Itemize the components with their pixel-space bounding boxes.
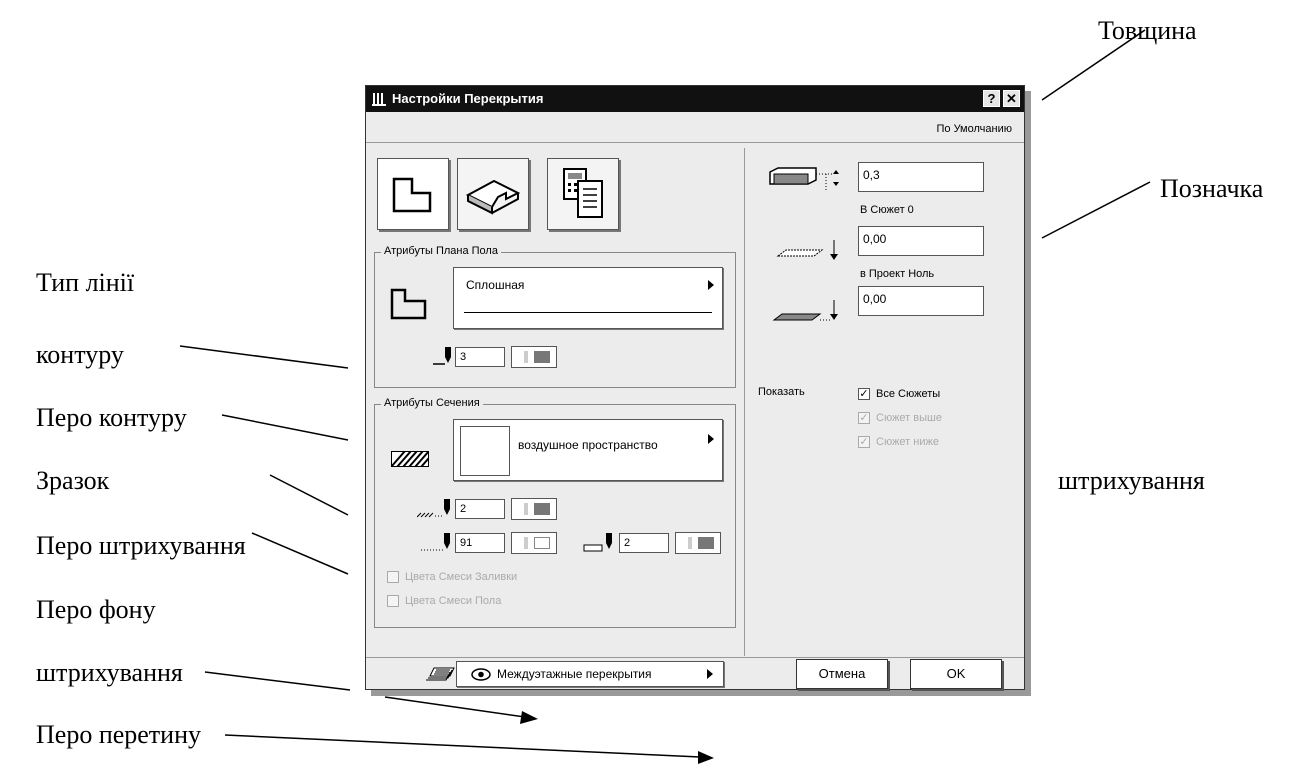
line-type-label: Сплошная [466,278,525,292]
project-zero-label: в Проект Ноль [860,268,935,280]
bg-pen-field[interactable]: 91 [455,533,505,553]
mix-fill-colors-checkbox[interactable] [387,571,399,583]
thickness-field[interactable]: 0,3 [858,162,984,192]
annotation-marker: Позначка [1160,174,1264,203]
contour-pen-color-button[interactable] [511,346,557,368]
cut-pen-icon [583,533,612,552]
cut-pen-color-button[interactable] [675,532,721,554]
annotation-contour-pen: Перо контуру [36,403,187,432]
mix-fill-colors-label: Цвета Смеси Заливки [405,571,518,583]
story-offset-label: В Сюжет 0 [860,204,914,216]
menu-arrow-icon [708,434,714,444]
cancel-button[interactable]: Отмена [796,659,888,689]
hatch-pen-field[interactable]: 2 [455,499,505,519]
title-bar[interactable]: Настройки Перекрытия ? ✕ [366,86,1024,112]
dialog-title: Настройки Перекрытия [392,91,544,106]
fill-type-menu[interactable]: воздушное пространство [453,419,723,481]
bg-pen-icon [421,533,450,551]
floor-plan-attributes-group: Атрибуты Плана Пола Сплошная 3 [374,245,736,388]
annotation-sample: Зразок [36,466,110,495]
contour-pen-field[interactable]: 3 [455,347,505,367]
project-zero-field[interactable]: 0,00 [858,286,984,316]
fill-name-label: воздушное пространство [518,438,658,452]
annotation-right-hatch: штрихування [1058,466,1205,495]
leader-intersection-pen [224,734,701,758]
arrowhead-2 [698,751,714,764]
panel-divider [744,148,745,656]
annotation-hatch-bg-pen-2: штрихування [36,658,183,687]
help-button[interactable]: ? [983,90,1000,107]
slab-3d-icon [465,179,521,215]
footer-divider [366,657,1024,658]
all-stories-checkbox[interactable]: ✓ [858,388,870,400]
pen-icon [433,347,451,365]
annotation-hatch-bg-pen-1: Перо фону [36,595,156,624]
story-offset-icon [776,240,838,260]
listing-tab-button[interactable] [547,158,619,230]
close-button[interactable]: ✕ [1003,90,1020,107]
leader-hatch-bg-pen [204,671,351,691]
leader-marker [1041,181,1151,239]
header-divider [366,142,1024,143]
hatch-pattern-icon [391,451,429,467]
leader-sample [269,474,349,516]
layer-name: Междуэтажные перекрытия [497,667,652,681]
leader-line-type [179,345,349,369]
defaults-link[interactable]: По Умолчанию [936,123,1012,135]
story-below-checkbox[interactable]: ✓ [858,436,870,448]
annotation-line-type-1: Тип лінії [36,268,135,297]
story-above-checkbox[interactable]: ✓ [858,412,870,424]
mix-floor-colors-checkbox[interactable] [387,595,399,607]
app-grip-icon [372,93,386,106]
fill-sample [460,426,510,476]
line-type-menu[interactable]: Сплошная [453,267,723,329]
leader-hatch-bg-pen-2 [384,696,526,718]
hatch-pen-icon [417,499,450,518]
contour-icon [390,288,427,320]
mix-floor-colors-label: Цвета Смеси Пола [405,595,502,607]
cut-pen-field[interactable]: 2 [619,533,669,553]
project-zero-icon [772,300,838,321]
slab-settings-dialog: Настройки Перекрытия ? ✕ По Умолчанию Ат… [365,85,1025,690]
leader-contour-pen [221,414,349,441]
annotation-intersection-pen: Перо перетину [36,720,202,749]
3d-model-tab-button[interactable] [457,158,529,230]
layers-icon [426,667,455,681]
show-on-label: Показать [758,386,805,398]
hatch-pen-color-button[interactable] [511,498,557,520]
annotation-thickness: Товщина [1098,16,1197,45]
story-below-label: Сюжет ниже [876,436,939,448]
story-above-label: Сюжет выше [876,412,942,424]
line-sample [464,312,712,313]
floor-plan-tab-button[interactable] [377,158,449,230]
thickness-icon [769,167,839,190]
eye-icon [471,668,491,681]
section-group-label: Атрибуты Сечения [381,397,483,409]
leader-hatch-pen [251,532,349,575]
calculator-document-icon [563,168,603,218]
all-stories-label: Все Сюжеты [876,388,941,400]
arrowhead-1 [520,711,538,724]
layer-menu[interactable]: Междуэтажные перекрытия [456,661,724,687]
story-offset-field[interactable]: 0,00 [858,226,984,256]
bg-pen-color-button[interactable] [511,532,557,554]
annotation-hatch-pen: Перо штрихування [36,531,246,560]
menu-arrow-icon [707,669,713,679]
annotation-line-type-2: контуру [36,340,124,369]
ok-button[interactable]: OK [910,659,1002,689]
section-attributes-group: Атрибуты Сечения воздушное пространство … [374,397,736,628]
menu-arrow-icon [708,280,714,290]
floor-plan-group-label: Атрибуты Плана Пола [381,245,501,257]
floor-plan-icon [392,177,432,213]
